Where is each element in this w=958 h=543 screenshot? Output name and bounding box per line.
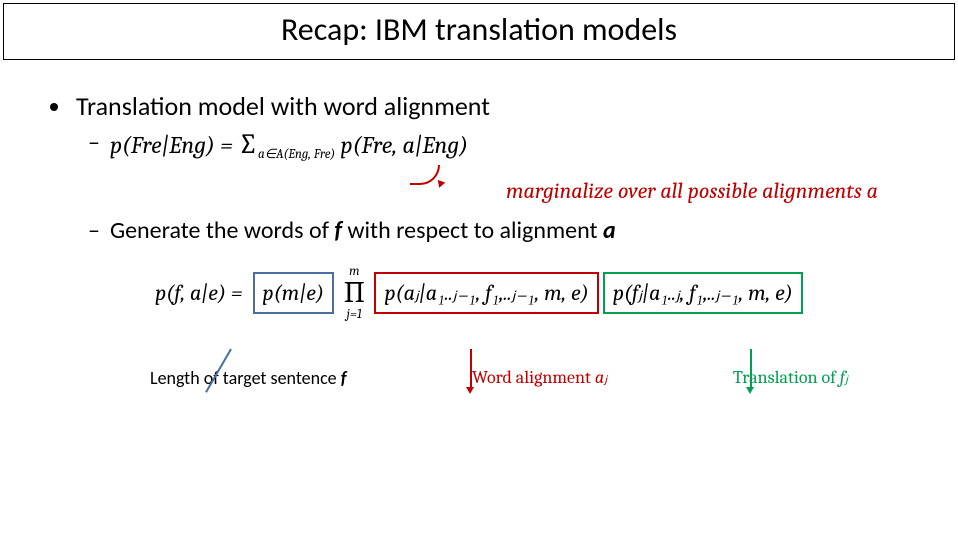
eq1-sum-sub: a∈A(Eng, Fre): [258, 147, 335, 162]
generate-line: – Generate the words of f with respect t…: [88, 216, 908, 245]
arrow-green-icon: [750, 349, 752, 389]
anno-right-pre: Translation of: [733, 367, 840, 388]
product-symbol: m ∏ j=1: [342, 265, 366, 321]
generate-text: Generate the words of f with respect to …: [110, 216, 616, 245]
anno-mid-var: aⱼ: [595, 367, 607, 388]
eq2-green-text: p(fⱼ|a₁..ⱼ, f₁,..ⱼ₋₁, m, e): [613, 280, 793, 306]
dash-icon: –: [88, 128, 100, 157]
eq2-lhs: p(f, a|e) =: [155, 280, 242, 306]
marginal-note: marginalize over all possible alignments…: [50, 178, 878, 204]
eq2-red-term: p(aⱼ|a₁..ⱼ₋₁, f₁,..ⱼ₋₁, m, e): [374, 272, 598, 314]
eq1-rhs: p(Fre, a|Eng): [335, 131, 468, 159]
slide-title: Recap: IBM translation models: [4, 10, 954, 49]
annotation-alignment: Word alignment aⱼ: [472, 367, 607, 388]
anno-left-f: f: [341, 367, 347, 389]
slide-title-bar: Recap: IBM translation models: [3, 3, 955, 60]
equation-2: p(f, a|e) = p(m|e) m ∏ j=1 p(aⱼ|a₁..ⱼ₋₁,…: [50, 265, 908, 321]
equation-1: – p(Fre|Eng) = ∑a∈A(Eng, Fre) p(Fre, a|E…: [88, 128, 908, 160]
annotation-row: Length of target sentence f Word alignme…: [50, 367, 908, 389]
eq1-lhs: p(Fre|Eng) =: [110, 131, 238, 159]
arrow-red-icon: [470, 349, 472, 389]
generate-f: f: [334, 216, 342, 245]
sigma-icon: ∑: [238, 128, 258, 160]
anno-mid-pre: Word alignment: [472, 367, 595, 388]
generate-a: a: [603, 216, 616, 245]
equation-1-formula: p(Fre|Eng) = ∑a∈A(Eng, Fre) p(Fre, a|Eng…: [110, 128, 468, 160]
eq2-blue-term: p(m|e): [253, 272, 335, 314]
dash-icon: –: [88, 216, 100, 245]
bullet-1-text: Translation model with word alignment: [76, 90, 490, 122]
arrowhead-icon: [466, 387, 474, 394]
eq2-blue-text: p(m|e): [263, 280, 325, 306]
bullet-1: Translation model with word alignment: [50, 90, 908, 122]
annotation-length: Length of target sentence f: [150, 367, 346, 389]
generate-pre: Generate the words of: [110, 216, 334, 245]
bullet-icon: [50, 103, 58, 111]
anno-left-pre: Length of target sentence: [150, 367, 341, 389]
generate-mid: with respect to alignment: [342, 216, 603, 245]
arrowhead-icon: [746, 387, 754, 394]
prod-lower: j=1: [347, 308, 362, 321]
anno-right-var: fⱼ: [840, 367, 848, 388]
eq2-green-term: p(fⱼ|a₁..ⱼ, f₁,..ⱼ₋₁, m, e): [603, 272, 803, 314]
eq2-red-text: p(aⱼ|a₁..ⱼ₋₁, f₁,..ⱼ₋₁, m, e): [384, 280, 588, 306]
slide-content: Translation model with word alignment – …: [0, 60, 958, 389]
prod-icon: ∏: [342, 278, 366, 308]
